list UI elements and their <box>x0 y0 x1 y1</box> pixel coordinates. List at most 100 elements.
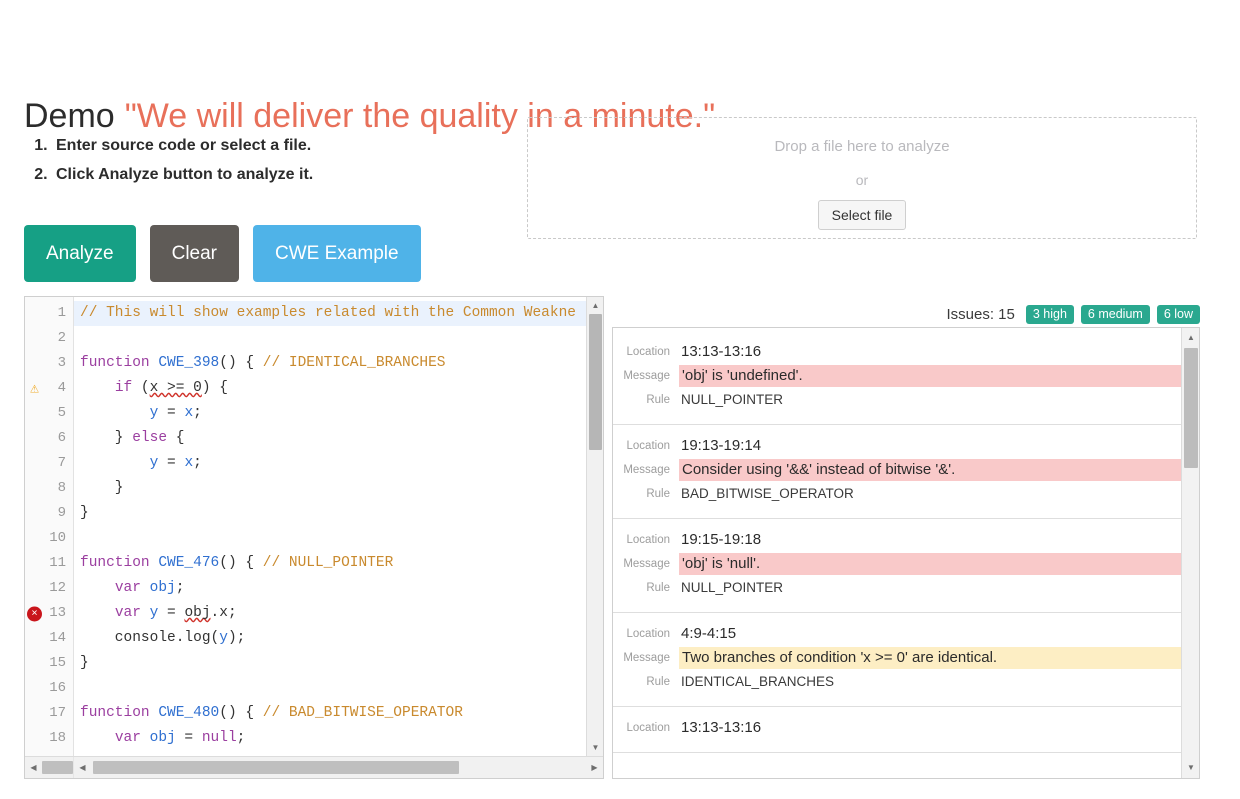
code-token: // IDENTICAL_BRANCHES <box>262 355 446 371</box>
line-number[interactable]: 6 <box>25 426 73 451</box>
issue-field-row: Message 'obj' is 'undefined'. <box>613 365 1181 387</box>
issue-item[interactable]: Location 13:13-13:16 <box>613 707 1181 753</box>
issues-vscroll-thumb[interactable] <box>1184 348 1198 468</box>
issues-panel[interactable]: Location 13:13-13:16 Message 'obj' is 'unde… <box>612 327 1200 779</box>
code-line[interactable]: } <box>74 476 603 501</box>
issues-vertical-scrollbar[interactable]: ▲ ▼ <box>1181 328 1199 778</box>
code-text-area[interactable]: // This will show examples related with … <box>74 297 603 756</box>
issue-item[interactable]: Location 19:13-19:14 Message Consider using… <box>613 425 1181 519</box>
code-token: // NULL_POINTER <box>262 555 394 571</box>
editor-horizontal-scrollbars[interactable]: ◀ ◀ ▶ <box>25 756 603 778</box>
line-number[interactable]: 14 <box>25 626 73 651</box>
code-line[interactable]: console.log(y); <box>74 626 603 651</box>
code-line[interactable]: function CWE_398() { // IDENTICAL_BRANCH… <box>74 351 603 376</box>
cwe-example-button[interactable]: CWE Example <box>253 225 421 282</box>
code-line[interactable]: function CWE_476() { // NULL_POINTER <box>74 551 603 576</box>
code-line[interactable]: } <box>74 501 603 526</box>
code-line[interactable]: } else { <box>74 426 603 451</box>
issue-field-row: Location 13:13-13:16 <box>613 717 1181 739</box>
issue-item[interactable]: Location 13:13-13:16 Message 'obj' is 'unde… <box>613 328 1181 425</box>
line-number[interactable]: 10 <box>25 526 73 551</box>
code-token: x >= 0 <box>149 380 202 396</box>
code-line[interactable] <box>74 676 603 701</box>
code-line[interactable]: function CWE_480() { // BAD_BITWISE_OPER… <box>74 701 603 726</box>
code-line[interactable] <box>74 326 603 351</box>
code-token: } <box>80 480 124 496</box>
issue-field-label: Location <box>626 722 670 734</box>
issue-field-label: Rule <box>646 676 670 688</box>
issue-item[interactable]: Location 4:9-4:15 Message Two branches of c… <box>613 613 1181 707</box>
line-number[interactable]: 8 <box>25 476 73 501</box>
file-dropzone[interactable]: Drop a file here to analyze or Select fi… <box>527 117 1197 239</box>
issue-field-row: Message 'obj' is 'null'. <box>613 553 1181 575</box>
code-line[interactable] <box>74 526 603 551</box>
issues-scroll-down-arrow-icon[interactable]: ▼ <box>1182 760 1199 776</box>
line-number[interactable]: 16 <box>25 676 73 701</box>
line-number-label: 16 <box>49 680 66 696</box>
code-scroll-left-arrow-icon[interactable]: ◀ <box>75 760 90 775</box>
scroll-up-arrow-icon[interactable]: ▲ <box>587 298 603 313</box>
line-number[interactable]: 1 <box>25 301 73 326</box>
code-token: CWE_480 <box>158 705 220 721</box>
issue-message-value: Consider using '&&' instead of bitwise '… <box>679 459 1181 481</box>
line-number[interactable]: 7 <box>25 451 73 476</box>
code-horizontal-scrollbar[interactable]: ◀ ▶ <box>74 757 603 778</box>
issue-field-label: Message <box>623 464 670 476</box>
code-line[interactable]: var y = obj.x; <box>74 601 603 626</box>
code-line[interactable]: // This will show examples related with … <box>74 301 603 326</box>
issues-list[interactable]: Location 13:13-13:16 Message 'obj' is 'unde… <box>613 328 1181 778</box>
line-number-label: 13 <box>49 605 66 621</box>
code-line[interactable]: var obj; <box>74 576 603 601</box>
issue-location-value: 4:9-4:15 <box>681 625 737 642</box>
line-number[interactable]: ⚠ 4 <box>25 376 73 401</box>
status-badge-high: 3 high <box>1025 304 1074 324</box>
select-file-button[interactable]: Select file <box>817 200 907 230</box>
error-icon[interactable]: ✕ <box>27 606 42 621</box>
line-number[interactable]: 5 <box>25 401 73 426</box>
code-token: ); <box>227 630 246 646</box>
gutter-scroll-left-arrow-icon[interactable]: ◀ <box>26 760 41 775</box>
line-number-label: 9 <box>57 505 66 521</box>
editor-vertical-scrollbar[interactable]: ▲ ▼ <box>586 297 603 756</box>
code-line[interactable]: y = x; <box>74 451 603 476</box>
gutter-hscroll-thumb[interactable] <box>42 761 73 774</box>
line-number[interactable]: 18 <box>25 726 73 751</box>
line-number-label: 15 <box>49 655 66 671</box>
code-line[interactable]: } <box>74 651 603 676</box>
code-token: ; <box>193 455 202 471</box>
code-line[interactable]: var obj = null; <box>74 726 603 751</box>
gutter-horizontal-scrollbar[interactable]: ◀ <box>25 757 74 778</box>
line-number[interactable]: 15 <box>25 651 73 676</box>
line-number[interactable]: 12 <box>25 576 73 601</box>
editor-vscroll-thumb[interactable] <box>589 314 602 450</box>
line-number[interactable]: ✕ 13 <box>25 601 73 626</box>
code-token: x <box>184 455 194 471</box>
line-number[interactable]: 9 <box>25 501 73 526</box>
clear-button[interactable]: Clear <box>149 225 240 282</box>
issue-field-row: Location 19:13-19:14 <box>613 435 1181 457</box>
scroll-down-arrow-icon[interactable]: ▼ <box>587 740 603 755</box>
issue-message-value: 'obj' is 'null'. <box>679 553 1181 575</box>
code-token: { <box>167 430 185 446</box>
instructions-list: Enter source code or select a file. Clic… <box>24 131 313 189</box>
line-number[interactable]: 17 <box>25 701 73 726</box>
line-number-gutter[interactable]: 1 2 3 ⚠ 4 5 6 7 8 9 10 11 12 ✕ 13 14 15 16 17 18 <box>25 297 74 756</box>
code-line[interactable]: if (x >= 0) { <box>74 376 603 401</box>
issues-scroll-up-arrow-icon[interactable]: ▲ <box>1182 330 1199 346</box>
line-number[interactable]: 3 <box>25 351 73 376</box>
issue-item[interactable]: Location 19:15-19:18 Message 'obj' is 'null… <box>613 519 1181 613</box>
code-hscroll-thumb[interactable] <box>93 761 459 774</box>
line-number[interactable]: 11 <box>25 551 73 576</box>
line-number[interactable]: 2 <box>25 326 73 351</box>
warning-icon[interactable]: ⚠ <box>27 381 42 396</box>
code-scroll-right-arrow-icon[interactable]: ▶ <box>587 760 602 775</box>
issue-location-value: 13:13-13:16 <box>681 719 762 736</box>
code-token: = <box>158 605 185 621</box>
code-line[interactable]: y = x; <box>74 401 603 426</box>
analyze-button[interactable]: Analyze <box>24 225 136 282</box>
code-editor[interactable]: 1 2 3 ⚠ 4 5 6 7 8 9 10 11 12 ✕ 13 14 15 16 17 18 // This wi… <box>24 296 604 779</box>
issue-message-value: 'obj' is 'undefined'. <box>679 365 1181 387</box>
code-token: CWE_476 <box>158 555 220 571</box>
